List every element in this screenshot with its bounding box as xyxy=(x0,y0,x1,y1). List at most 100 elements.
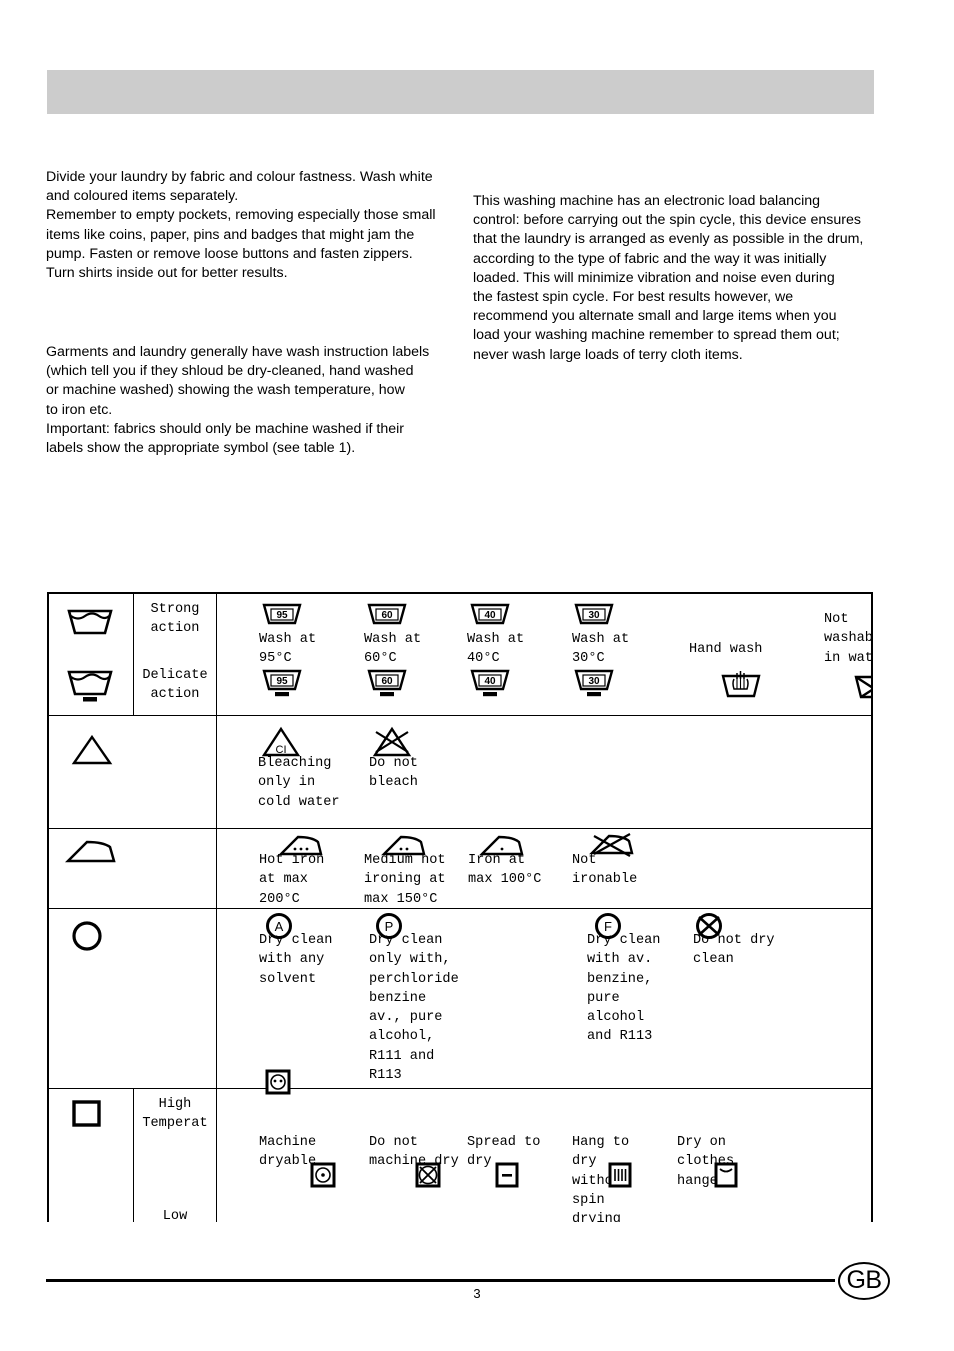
text-line: and coloured items separately. xyxy=(46,188,239,205)
bleaching-entry-text: Do not bleach xyxy=(369,756,418,791)
circle-icon xyxy=(70,919,104,953)
washtub-95-delicate-icon: 95 xyxy=(262,668,302,700)
drycleaning-label-cell xyxy=(133,909,217,1088)
ironing-entry-text: Hot iron at max 200°C xyxy=(259,853,325,907)
text-line: Remember to empty pockets, removing espe… xyxy=(46,207,436,224)
label-strong-action: Strong action xyxy=(150,602,200,637)
text-line: Turn shirts inside out for better result… xyxy=(46,265,288,282)
tumble-dry-icon xyxy=(310,1162,336,1188)
table-row-drycleaning: A Dry clean with any solvent P Dry clean… xyxy=(49,909,871,1095)
washing-entries: 95 Wash at 95°C 95 60 Wash at 60°C 60 40… xyxy=(217,594,871,715)
drying-entry-text: Machine dryable xyxy=(259,1135,317,1170)
line-dry-icon xyxy=(713,1162,739,1188)
label-low-temperature: Low xyxy=(162,1209,188,1222)
text-line: recommend you alternate small and large … xyxy=(473,308,837,325)
drying-entry-text: Do not machine dry xyxy=(369,1135,459,1170)
washtub-95-icon: 95 xyxy=(262,602,302,626)
text-line: This washing machine has an electronic l… xyxy=(473,193,821,209)
ironing-category-icon-cell xyxy=(49,829,133,908)
text-line: pump. Fasten or remove loose buttons and… xyxy=(46,245,413,262)
care-symbol-table: Strong action Delicate action 95 Wash at… xyxy=(47,592,873,1222)
washtub-30-icon: 30 xyxy=(574,602,614,626)
svg-text:30: 30 xyxy=(588,676,600,687)
iron-icon xyxy=(64,839,117,865)
svg-text:95: 95 xyxy=(276,676,288,687)
svg-text:60: 60 xyxy=(381,676,393,687)
washing-entry-text: Hand wash xyxy=(689,642,763,657)
text-line: Divide your laundry by fabric and colour… xyxy=(46,169,433,185)
ironing-entry-text: Medium hot ironing at max 150°C xyxy=(364,853,446,907)
ironing-entries: Hot iron at max 200°C Medium hot ironing… xyxy=(217,829,871,908)
svg-text:60: 60 xyxy=(381,610,393,621)
text-line: loaded. This will minimize vibration and… xyxy=(473,269,835,286)
washtub-30-delicate-icon: 30 xyxy=(574,668,614,700)
washing-entry-text: Not washable in water xyxy=(824,612,873,666)
no-wash-icon xyxy=(853,674,871,700)
ironing-label-cell xyxy=(133,829,217,908)
drycleaning-category-icon-cell xyxy=(49,909,133,1088)
drycleaning-entries: A Dry clean with any solvent P Dry clean… xyxy=(217,909,871,1095)
svg-text:30: 30 xyxy=(588,610,600,621)
text-line: the fastest spin cycle. For best results… xyxy=(473,289,794,306)
text-line: labels show the appropriate symbol (see … xyxy=(46,440,356,457)
washing-entry-text: Wash at 60°C xyxy=(364,632,422,667)
text-line: control: before carrying out the spin cy… xyxy=(473,212,861,229)
washtub-40-delicate-icon: 40 xyxy=(470,668,510,700)
intro-paragraph-left-2: Garments and laundry generally have wash… xyxy=(46,343,460,458)
bleaching-category-icon-cell xyxy=(49,716,133,828)
hand-wash-icon xyxy=(720,670,762,700)
washtub-60-icon: 60 xyxy=(367,602,407,626)
drycleaning-entry-text: Dry clean only with, perchloride benzine… xyxy=(369,933,459,1084)
table-row-ironing: Hot iron at max 200°C Medium hot ironing… xyxy=(49,829,871,909)
flat-dry-icon xyxy=(494,1162,520,1188)
washtub-40-icon: 40 xyxy=(470,602,510,626)
washing-entry-text: Wash at 30°C xyxy=(572,632,630,667)
drycleaning-entry-text: Dry clean with av. benzine, pure alcohol… xyxy=(587,933,661,1045)
text-line: to iron etc. xyxy=(46,401,113,418)
washtub-60-delicate-icon: 60 xyxy=(367,668,407,700)
drycleaning-entry-text: Dry clean with any solvent xyxy=(259,933,333,987)
ironing-entry-text: Iron at max 100°C xyxy=(468,853,542,888)
washing-entry-text: Wash at 95°C xyxy=(259,632,317,667)
svg-text:40: 40 xyxy=(484,610,496,621)
washing-action-labels: Strong action Delicate action xyxy=(133,594,217,715)
washing-entry-text: Wash at 40°C xyxy=(467,632,525,667)
text-line: Garments and laundry generally have wash… xyxy=(46,344,430,360)
text-line: according to the type of fabric and the … xyxy=(473,250,827,267)
text-line: or machine washed) showing the wash temp… xyxy=(46,382,405,399)
svg-text:40: 40 xyxy=(484,676,496,687)
bleaching-label-cell xyxy=(133,716,217,828)
washtub-icon xyxy=(67,608,113,636)
page-number: 3 xyxy=(473,1286,481,1301)
table-row-drying: High Temperat Low Machine dryable Do not… xyxy=(49,1089,871,1222)
triangle-icon xyxy=(71,734,113,766)
bleaching-entry-text: Bleaching only in cold water xyxy=(258,756,340,810)
no-tumble-dry-icon xyxy=(415,1162,441,1188)
table-row-washing: Strong action Delicate action 95 Wash at… xyxy=(49,594,871,716)
label-high-temperature: High Temperat xyxy=(142,1097,208,1132)
drying-temperature-labels: High Temperat Low xyxy=(133,1089,217,1222)
text-line: items like coins, paper, pins and badges… xyxy=(46,226,415,243)
intro-paragraph-right: This washing machine has an electronic l… xyxy=(473,192,873,365)
drycleaning-entry-text: Do not dry clean xyxy=(693,933,775,968)
text-line: never wash large loads of terry cloth it… xyxy=(473,346,743,363)
footer-divider xyxy=(46,1279,835,1282)
drying-entries: Machine dryable Do not machine dry Sprea… xyxy=(217,1089,871,1222)
table-row-bleaching: CI Bleaching only in cold water Do not b… xyxy=(49,716,871,829)
drying-category-icon-cell xyxy=(49,1089,133,1222)
locale-badge: GB xyxy=(838,1262,890,1300)
text-line: Important: fabrics should only be machin… xyxy=(46,420,405,437)
washing-category-icon-cell xyxy=(49,594,133,715)
text-line: that the laundry is arranged as evenly a… xyxy=(473,231,864,248)
washtub-delicate-icon xyxy=(67,669,113,703)
square-icon xyxy=(71,1099,103,1129)
drip-dry-icon xyxy=(607,1162,633,1188)
ironing-entry-text: Not ironable xyxy=(572,853,638,888)
bleaching-entries: CI Bleaching only in cold water Do not b… xyxy=(217,716,871,828)
header-band xyxy=(47,70,874,114)
intro-paragraph-left-1: Divide your laundry by fabric and colour… xyxy=(46,168,460,283)
svg-text:95: 95 xyxy=(276,610,288,621)
label-delicate-action: Delicate action xyxy=(142,668,208,703)
text-line: load your washing machine remember to sp… xyxy=(473,327,840,344)
text-line: (which tell you if they shloud be dry-cl… xyxy=(46,363,414,380)
